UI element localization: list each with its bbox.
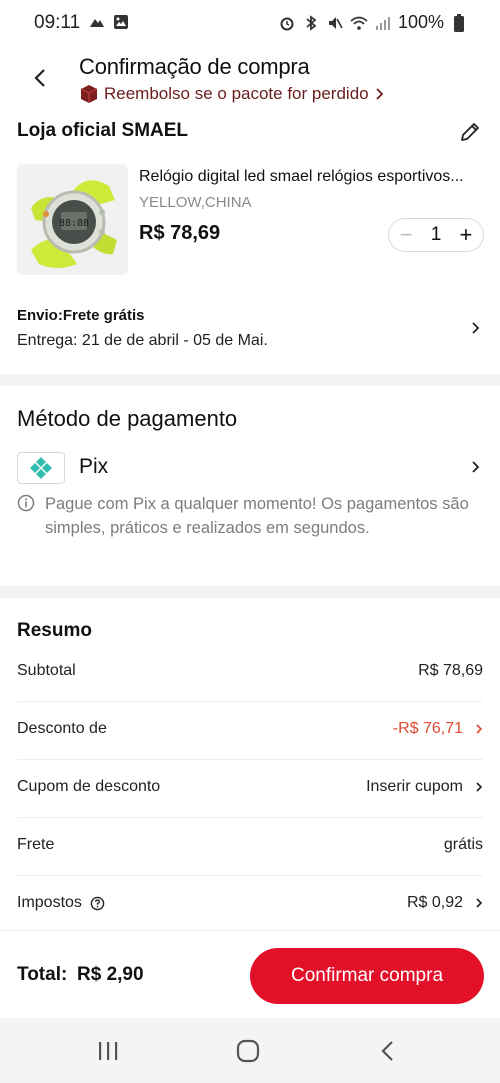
gallery-notification-icon [112,13,130,31]
pencil-icon [461,123,479,141]
shipping-cost-wrap: grátis [444,836,483,854]
refund-policy-text: Reembolso se o pacote for perdido [104,84,369,103]
chevron-right-icon [375,88,383,100]
chevron-right-icon [476,898,483,908]
status-bar: 09:11 100% [0,0,500,44]
discount-value-wrap: -R$ 76,71 [393,720,483,738]
product-price: R$ 78,69 [139,222,221,244]
quantity-stepper: − 1 + [388,218,484,252]
back-button[interactable] [26,64,54,92]
bluetooth-icon [302,14,320,32]
info-icon [17,494,35,512]
store-name: Loja oficial SMAEL [17,120,189,141]
delivery-date: Entrega: 21 de de abril - 05 de Mai. [17,332,268,349]
back-nav-icon [381,1041,393,1061]
recent-apps-button[interactable] [93,1036,123,1066]
product-variant: YELLOW,CHINA [139,194,252,211]
package-icon [80,85,98,103]
taxes-label-wrap: Impostos [17,894,105,912]
decrease-quantity-button[interactable]: − [397,224,415,246]
section-divider [0,374,500,386]
refund-policy-link[interactable]: Reembolso se o pacote for perdido [79,84,384,104]
home-button[interactable] [233,1036,263,1066]
chevron-right-icon [472,322,480,334]
shipping-title: Envio:Frete grátis [17,307,145,324]
chevron-right-icon [476,782,483,792]
section-divider [0,586,500,598]
coupon-value-wrap: Inserir cupom [366,778,483,796]
chevron-right-icon [476,724,483,734]
taxes-label: Impostos [17,894,82,911]
payment-method-row[interactable]: Pix [0,449,500,489]
shipping-cost-value: grátis [443,836,483,853]
payment-info-text: Pague com Pix a qualquer momento! Os pag… [45,495,469,537]
coupon-label: Cupom de desconto [17,778,161,795]
subtotal-value: R$ 78,69 [418,662,483,679]
payment-section: Método de pagamento Pix Pague com Pix a … [0,386,500,586]
summary-row-taxes[interactable]: Impostos R$ 0,92 [17,876,483,934]
summary-row-coupon[interactable]: Cupom de desconto Inserir cupom [17,760,483,818]
watch-image: 88:88 [17,164,128,275]
status-system-icons: 100% [278,12,468,33]
discount-value: -R$ 76,71 [392,720,463,737]
quantity-value[interactable]: 1 [431,224,442,246]
summary-section: Resumo Subtotal R$ 78,69 Desconto de -R$… [0,598,500,930]
store-section: Loja oficial SMAEL 88:88 Relógio digital… [0,116,500,374]
pix-logo [17,452,65,484]
product-title[interactable]: Relógio digital led smael relógios espor… [139,168,484,186]
taxes-value: R$ 0,92 [406,894,463,911]
back-arrow-icon [34,69,45,87]
status-time: 09:11 [34,12,81,33]
payment-method-label: Pix [79,455,109,478]
back-nav-button[interactable] [373,1036,403,1066]
system-navigation-bar [0,1018,500,1083]
battery-percent: 100% [397,12,444,32]
battery-icon [450,13,468,32]
summary-row-subtotal: Subtotal R$ 78,69 [17,644,483,702]
edit-button[interactable] [458,120,482,144]
taxes-value-wrap: R$ 0,92 [407,894,483,912]
shipping-cost-label: Frete [17,836,55,853]
cloud-notification-icon [88,13,106,31]
chevron-right-icon [472,461,480,473]
total-value: R$ 2,90 [77,964,144,985]
wifi-icon [350,14,368,32]
subtotal-value-wrap: R$ 78,69 [418,662,483,680]
home-icon [236,1039,260,1063]
signal-icon [374,14,392,32]
help-icon[interactable] [90,896,105,911]
alarm-icon [278,14,296,32]
product-image[interactable]: 88:88 [17,164,128,275]
total-label: Total: [17,964,68,985]
page-title: Confirmação de compra [79,54,310,79]
recent-apps-icon [99,1042,118,1060]
discount-label: Desconto de [17,720,107,737]
increase-quantity-button[interactable]: + [457,224,475,246]
shipping-row[interactable]: Envio:Frete grátis Entrega: 21 de de abr… [0,302,500,360]
page-header: Confirmação de compra Reembolso se o pac… [0,44,500,116]
confirm-purchase-button[interactable]: Confirmar compra [250,948,484,1004]
svg-text:88:88: 88:88 [59,218,89,229]
mute-icon [326,14,344,32]
insert-coupon-link[interactable]: Inserir cupom [366,778,463,796]
subtotal-label: Subtotal [17,662,76,679]
status-notification-icons [88,13,130,31]
payment-heading: Método de pagamento [17,406,238,431]
summary-row-discount[interactable]: Desconto de -R$ 76,71 [17,702,483,760]
summary-heading: Resumo [17,620,92,641]
checkout-footer: Total: R$ 2,90 Confirmar compra [0,930,500,1018]
summary-row-shipping: Frete grátis [17,818,483,876]
pix-icon [30,457,52,479]
